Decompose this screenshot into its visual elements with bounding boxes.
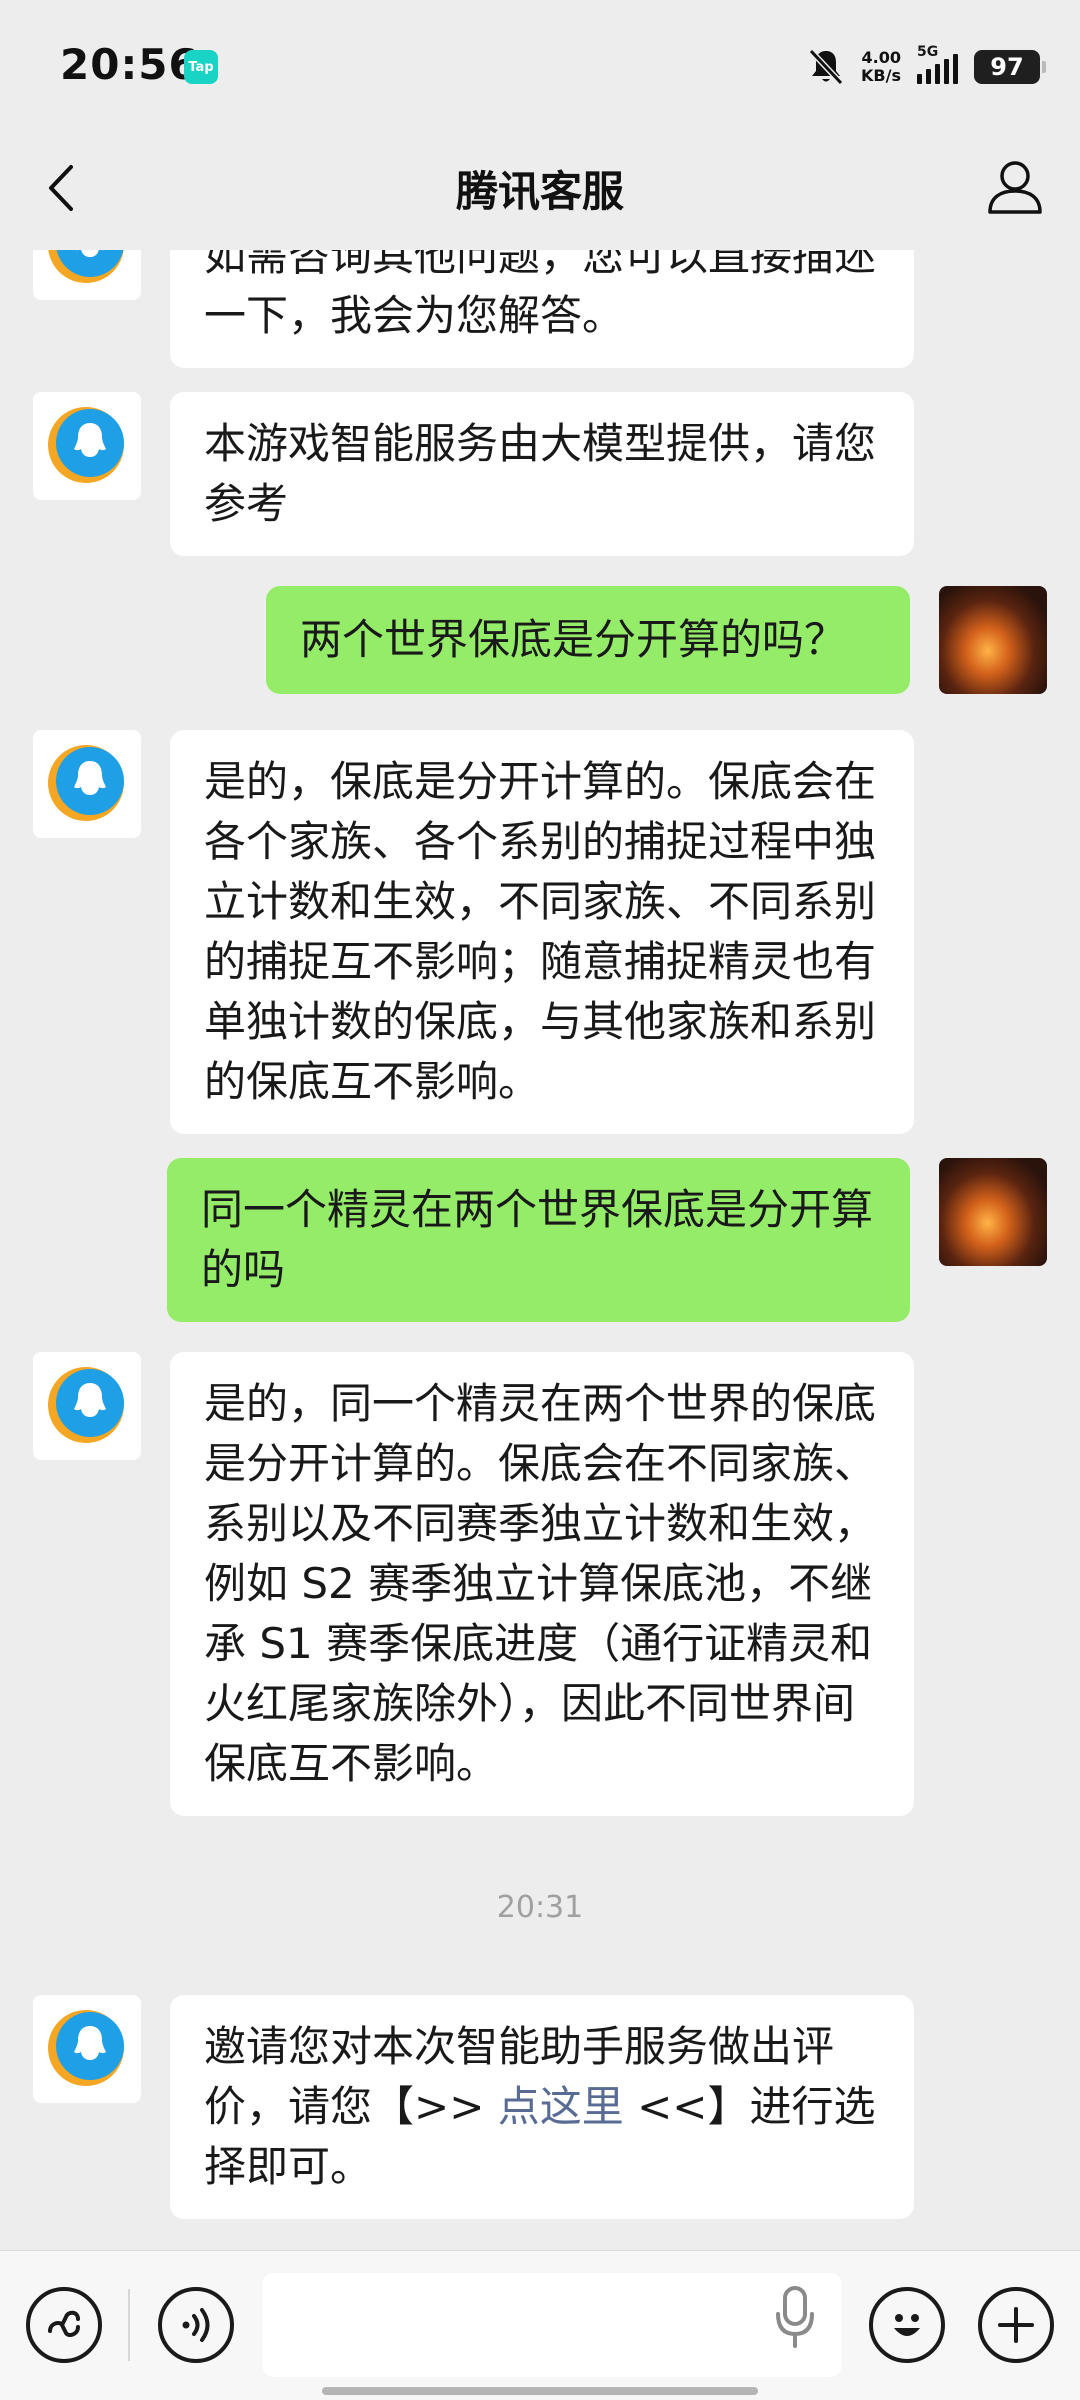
chat-screen: 20:56 Tap 4.00 KB/s 5G 97 腾讯客服 如需咨询其他问题，…: [0, 0, 1080, 2400]
status-bar: 20:56 Tap 4.00 KB/s 5G 97: [0, 0, 1080, 130]
qq-penguin-logo-icon: [48, 745, 124, 821]
mini-program-icon: [48, 2310, 80, 2337]
home-indicator[interactable]: [322, 2387, 758, 2395]
smiley-icon: [894, 2314, 920, 2336]
qq-penguin-logo-icon: [48, 1367, 124, 1443]
bot-avatar[interactable]: [33, 730, 141, 838]
microphone-icon[interactable]: [770, 2282, 820, 2352]
taptap-app-icon: Tap: [184, 50, 218, 84]
emoji-button[interactable]: [869, 2287, 945, 2363]
qq-penguin-logo-icon: [48, 250, 124, 283]
person-icon: [988, 161, 1042, 214]
user-avatar[interactable]: [939, 1158, 1047, 1266]
bot-avatar[interactable]: [33, 1352, 141, 1460]
message-input[interactable]: [262, 2273, 842, 2377]
bell-muted-icon: [808, 48, 844, 86]
signal-strength-icon: 5G: [917, 44, 958, 84]
chat-header: 腾讯客服: [0, 130, 1080, 250]
chat-timestamp: 20:31: [496, 1890, 584, 1925]
chat-message-rating: 邀请您对本次智能助手服务做出评价，请您【>> 点这里 <<】进行选择即可。: [170, 1995, 914, 2219]
status-time: 20:56: [60, 40, 199, 89]
chat-message-bot: 是的，保底是分开计算的。保底会在各个家族、各个系别的捕捉过程中独立计数和生效，不…: [170, 730, 914, 1134]
more-actions-button[interactable]: [978, 2287, 1054, 2363]
rating-link[interactable]: 点这里: [498, 2082, 624, 2131]
plus-icon: [998, 2307, 1034, 2343]
mini-program-button[interactable]: [26, 2287, 102, 2363]
net-speed-unit: KB/s: [861, 66, 901, 85]
battery-level: 97: [990, 53, 1024, 81]
chat-message-bot: 如需咨询其他问题，您可以直接描述一下，我会为您解答。: [170, 250, 914, 368]
voice-wave-icon: [182, 2308, 210, 2342]
chat-message-user: 同一个精灵在两个世界保底是分开算的吗: [167, 1158, 910, 1322]
qq-penguin-logo-icon: [48, 2010, 124, 2086]
user-avatar[interactable]: [939, 586, 1047, 694]
page-title: 腾讯客服: [455, 167, 624, 216]
net-speed: 4.00 KB/s: [861, 49, 901, 85]
input-bar: [0, 2250, 1080, 2400]
battery-icon: 97: [974, 50, 1046, 84]
network-type: 5G: [917, 44, 939, 60]
message-list[interactable]: 如需咨询其他问题，您可以直接描述一下，我会为您解答。 本游戏智能服务由大模型提供…: [0, 250, 1080, 2250]
qq-penguin-logo-icon: [48, 407, 124, 483]
status-icons: 4.00 KB/s 5G 97: [807, 42, 1046, 92]
voice-mode-button[interactable]: [158, 2287, 234, 2363]
bot-avatar[interactable]: [33, 250, 141, 300]
chat-message-user: 两个世界保底是分开算的吗？: [266, 586, 910, 694]
net-speed-value: 4.00: [861, 48, 901, 67]
bot-avatar[interactable]: [33, 1995, 141, 2103]
input-divider: [128, 2289, 130, 2361]
profile-button[interactable]: [980, 152, 1050, 222]
chat-message-bot: 本游戏智能服务由大模型提供，请您参考: [170, 392, 914, 556]
chat-message-bot: 是的，同一个精灵在两个世界的保底是分开计算的。保底会在不同家族、系别以及不同赛季…: [170, 1352, 914, 1816]
bot-avatar[interactable]: [33, 392, 141, 500]
